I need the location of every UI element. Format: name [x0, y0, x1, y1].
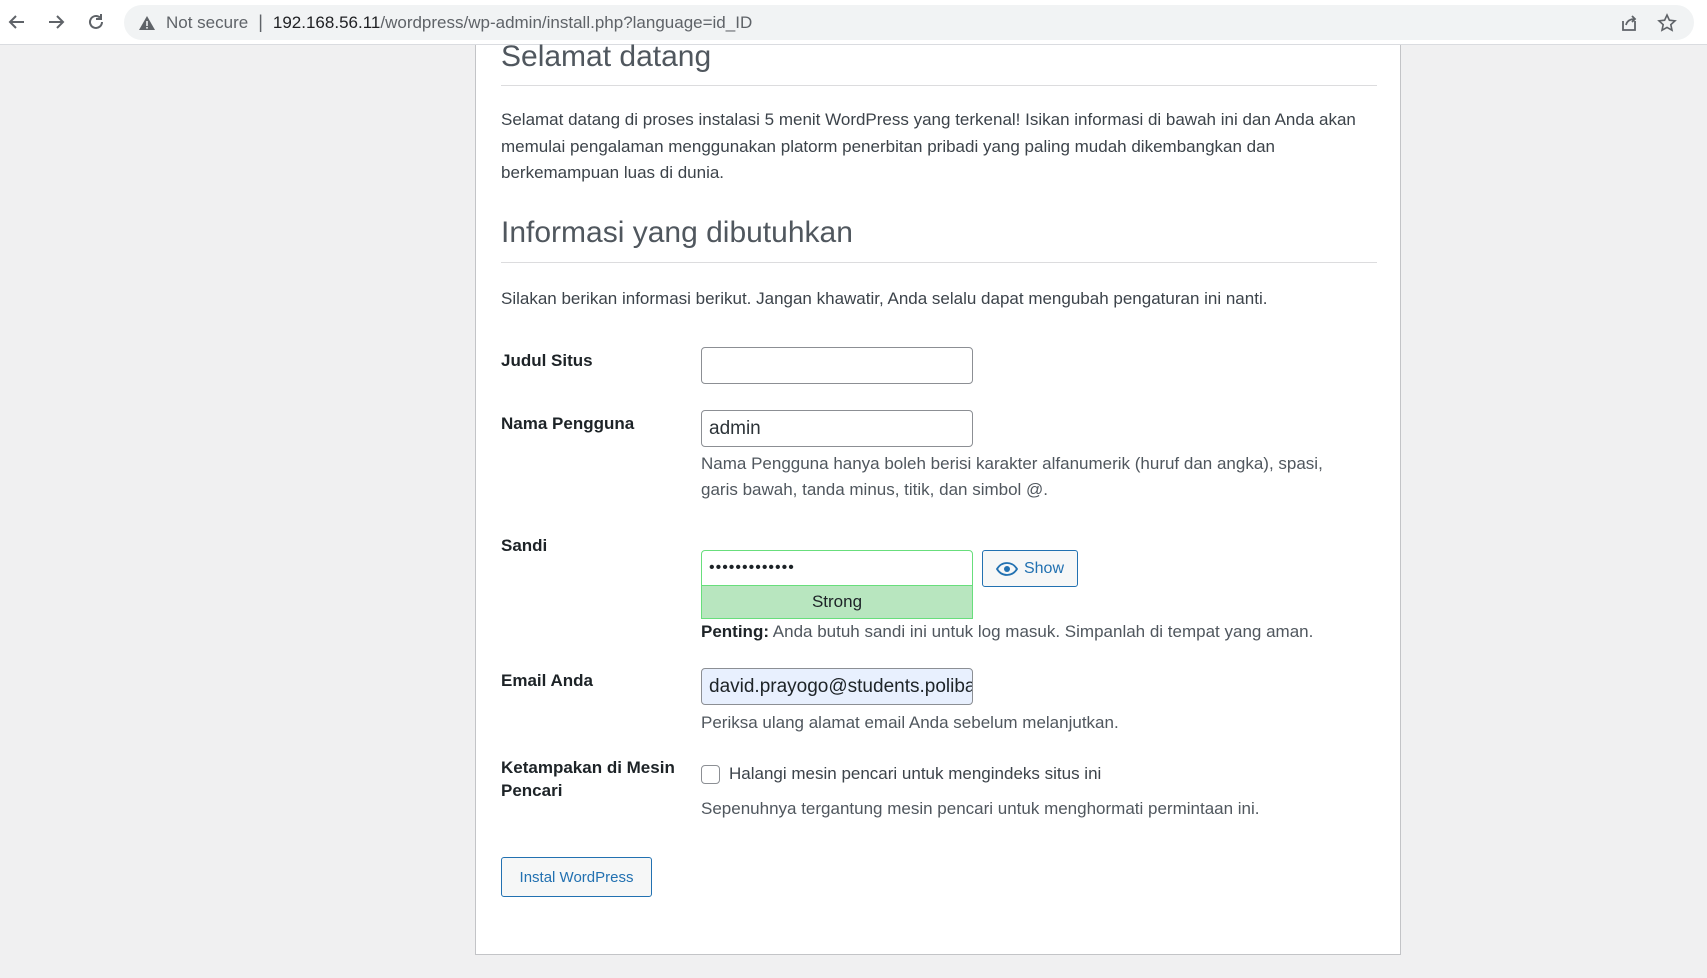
password-note-text: Anda butuh sandi ini untuk log masuk. Si…	[769, 622, 1314, 641]
email-help: Periksa ulang alamat email Anda sebelum …	[701, 713, 1119, 732]
visibility-label-line-2: Pencari	[501, 781, 563, 800]
site-title-label: Judul Situs	[501, 351, 593, 370]
warning-triangle-icon	[138, 14, 156, 32]
password-label: Sandi	[501, 536, 548, 555]
username-help-line-2: garis bawah, tanda minus, titik, dan sim…	[701, 480, 1049, 499]
address-bar[interactable]: Not secure | 192.168.56.11/wordpress/wp-…	[124, 5, 1694, 40]
reload-button[interactable]	[82, 8, 110, 36]
info-intro: Silakan berikan informasi berikut. Janga…	[501, 289, 1268, 308]
info-heading: Informasi yang dibutuhkan	[501, 215, 1377, 263]
show-password-button[interactable]: Show	[982, 550, 1078, 587]
visibility-help: Sepenuhnya tergantung mesin pencari untu…	[701, 799, 1260, 818]
share-icon[interactable]	[1614, 5, 1644, 40]
password-strength-meter: Strong	[701, 586, 973, 619]
welcome-text: Selamat datang di proses instalasi 5 men…	[501, 110, 1356, 182]
email-label: Email Anda	[501, 671, 593, 690]
visibility-label: Ketampakan di Mesin Pencari	[501, 756, 691, 802]
username-help-line-1: Nama Pengguna hanya boleh berisi karakte…	[701, 454, 1323, 473]
install-card: Selamat datang Selamat datang di proses …	[475, 40, 1401, 955]
reload-icon	[89, 14, 103, 29]
arrow-right-icon	[49, 15, 65, 29]
visibility-label-line-1: Ketampakan di Mesin	[501, 758, 675, 777]
show-password-label: Show	[1023, 559, 1065, 577]
email-input[interactable]: david.prayogo@students.poliba	[701, 668, 973, 705]
url-host: 192.168.56.11	[272, 12, 381, 32]
search-engine-checkbox[interactable]	[701, 764, 720, 784]
forward-button[interactable]	[42, 8, 70, 36]
password-note: Penting: Anda butuh sandi ini untuk log …	[701, 619, 1377, 645]
security-label[interactable]: Not secure	[166, 13, 248, 33]
back-button[interactable]	[3, 8, 31, 36]
arrow-left-icon	[8, 15, 24, 29]
password-note-prefix: Penting:	[701, 622, 769, 641]
site-title-input[interactable]	[701, 347, 973, 384]
username-label: Nama Pengguna	[501, 414, 635, 433]
url-text[interactable]: 192.168.56.11/wordpress/wp-admin/install…	[273, 13, 752, 33]
star-bookmark-icon[interactable]	[1652, 5, 1682, 40]
password-input[interactable]: •••••••••••••	[701, 550, 973, 586]
url-path: /wordpress/wp-admin/install.php?language…	[380, 12, 753, 32]
separator: |	[258, 12, 263, 32]
welcome-heading: Selamat datang	[501, 39, 1377, 86]
eye-icon	[995, 561, 1018, 576]
install-wordpress-button[interactable]: Instal WordPress	[501, 857, 652, 897]
visibility-option[interactable]: Halangi mesin pencari untuk mengindeks s…	[701, 761, 1377, 787]
search-engine-checkbox-label[interactable]: Halangi mesin pencari untuk mengindeks s…	[729, 761, 1101, 787]
username-input[interactable]: admin	[701, 410, 973, 447]
